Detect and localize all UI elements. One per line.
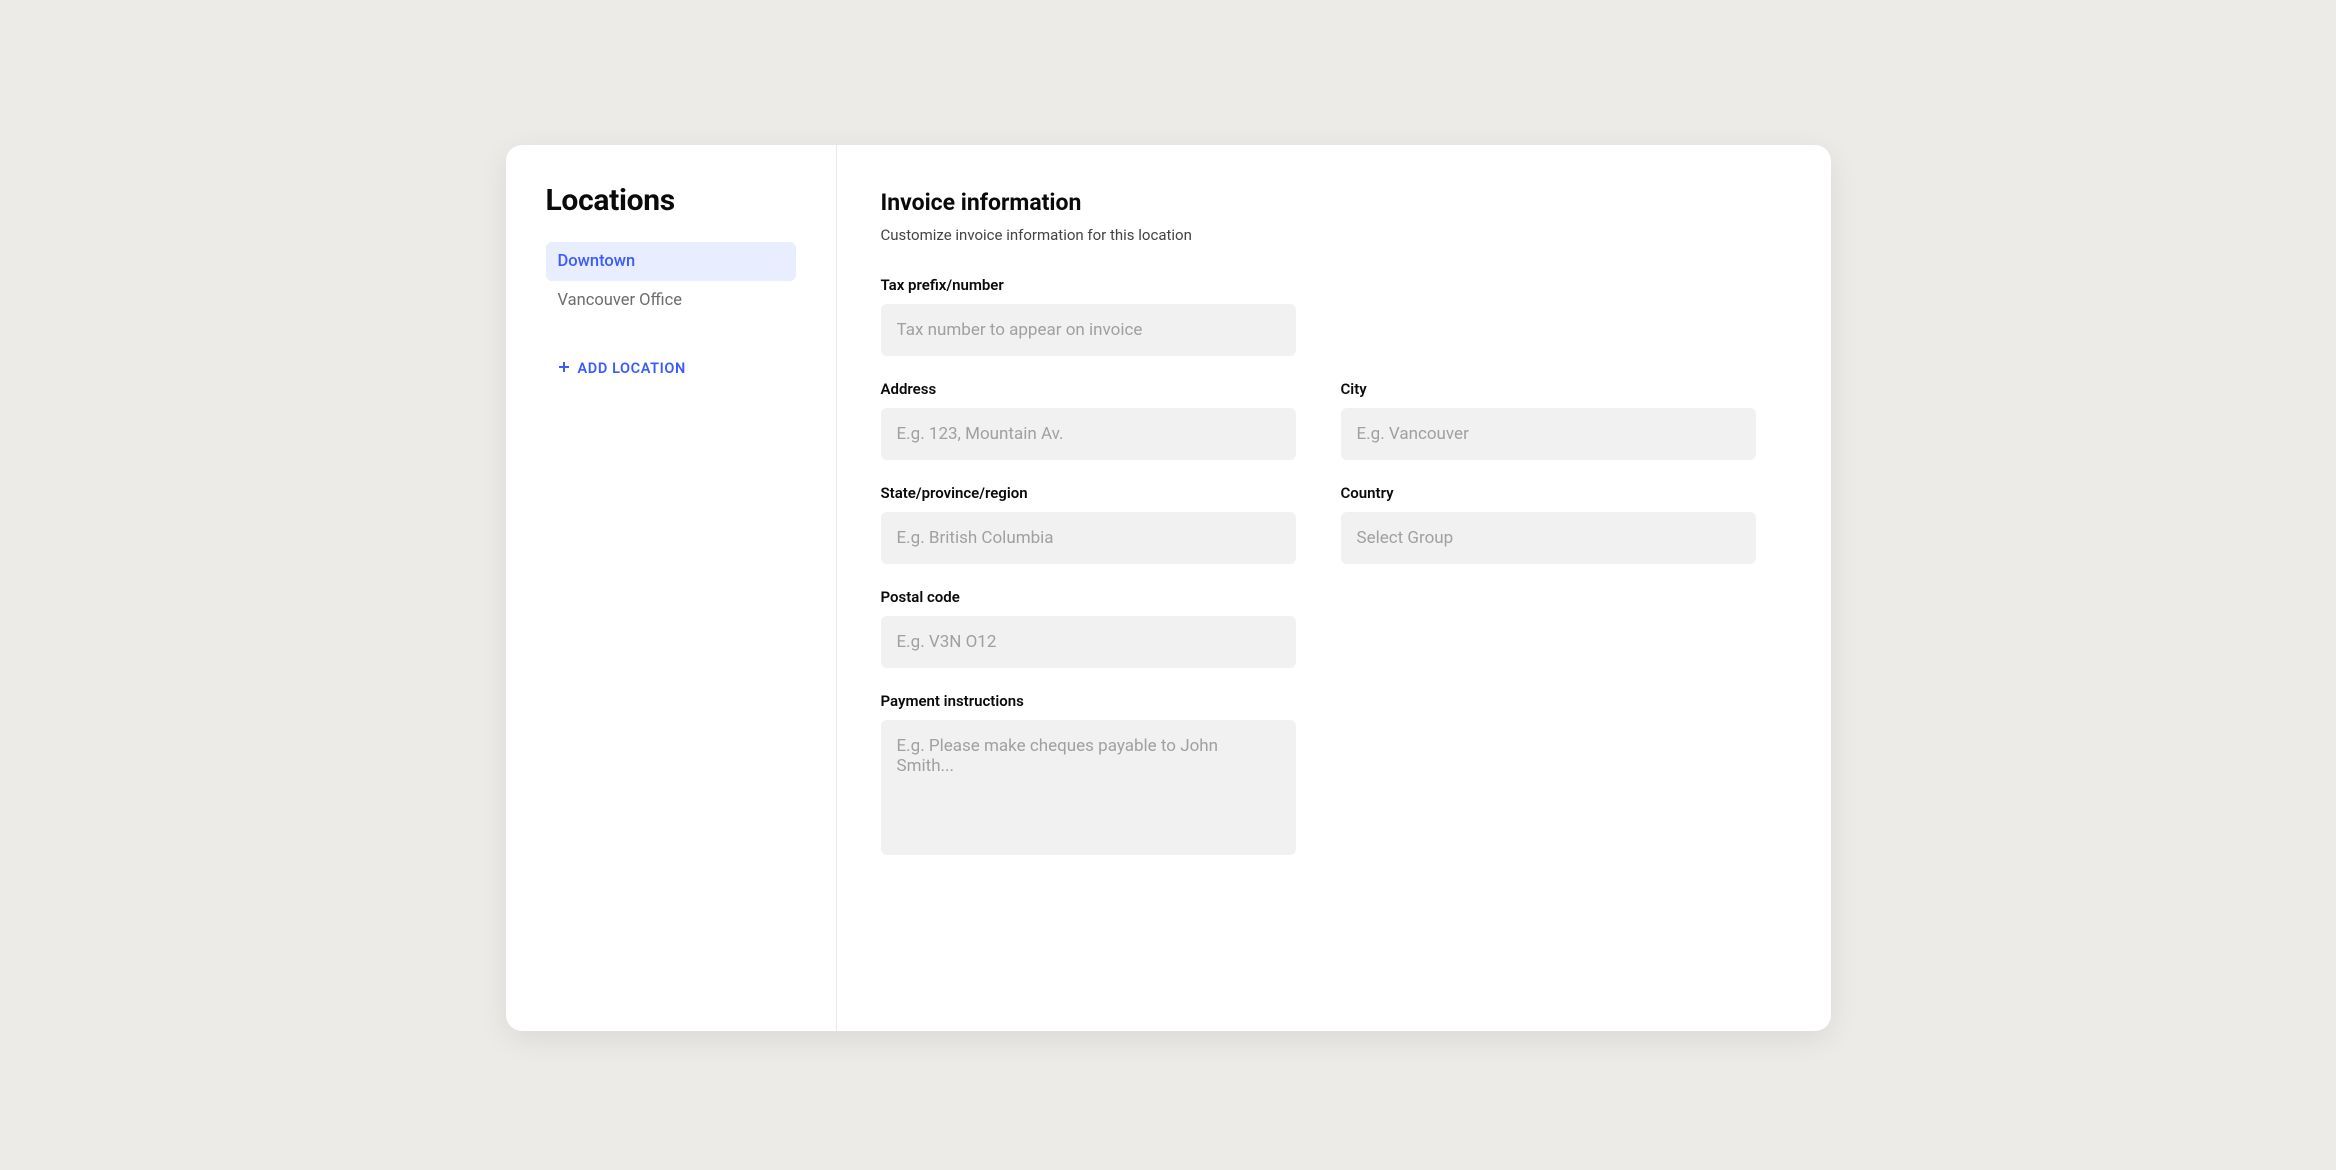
tax-prefix-label: Tax prefix/number — [881, 276, 1296, 294]
sidebar-item-label: Vancouver Office — [558, 291, 683, 310]
form-group-tax-prefix: Tax prefix/number — [881, 276, 1296, 356]
form-row: Postal code — [881, 588, 1756, 668]
form-row: State/province/region Country Select Gro… — [881, 484, 1756, 564]
form-group-city: City — [1341, 380, 1756, 460]
postal-label: Postal code — [881, 588, 1296, 606]
form-group-address: Address — [881, 380, 1296, 460]
settings-card: Locations Downtown Vancouver Office ADD … — [506, 145, 1831, 1031]
main-content: Invoice information Customize invoice in… — [837, 145, 1831, 1031]
form-row: Payment instructions — [881, 692, 1756, 855]
form-group-state: State/province/region — [881, 484, 1296, 564]
form-group-country: Country Select Group — [1341, 484, 1756, 564]
postal-input[interactable] — [881, 616, 1296, 668]
form-group-payment-instructions: Payment instructions — [881, 692, 1296, 855]
main-subtitle: Customize invoice information for this l… — [881, 226, 1756, 244]
sidebar-item-downtown[interactable]: Downtown — [546, 242, 796, 281]
form-row: Tax prefix/number — [881, 276, 1756, 356]
country-select[interactable]: Select Group — [1341, 512, 1756, 564]
form-group-postal: Postal code — [881, 588, 1296, 668]
sidebar-title: Locations — [546, 183, 796, 218]
sidebar-item-label: Downtown — [558, 252, 636, 271]
main-title: Invoice information — [881, 189, 1756, 216]
sidebar-item-vancouver-office[interactable]: Vancouver Office — [546, 281, 796, 320]
add-location-label: ADD LOCATION — [578, 360, 686, 377]
tax-prefix-input[interactable] — [881, 304, 1296, 356]
address-input[interactable] — [881, 408, 1296, 460]
payment-instructions-textarea[interactable] — [881, 720, 1296, 855]
state-label: State/province/region — [881, 484, 1296, 502]
sidebar: Locations Downtown Vancouver Office ADD … — [506, 145, 837, 1031]
city-input[interactable] — [1341, 408, 1756, 460]
add-location-button[interactable]: ADD LOCATION — [546, 352, 698, 385]
form-row: Address City — [881, 380, 1756, 460]
state-input[interactable] — [881, 512, 1296, 564]
address-label: Address — [881, 380, 1296, 398]
country-label: Country — [1341, 484, 1756, 502]
sidebar-list: Downtown Vancouver Office — [546, 242, 796, 320]
payment-instructions-label: Payment instructions — [881, 692, 1296, 710]
plus-icon — [558, 360, 570, 377]
city-label: City — [1341, 380, 1756, 398]
